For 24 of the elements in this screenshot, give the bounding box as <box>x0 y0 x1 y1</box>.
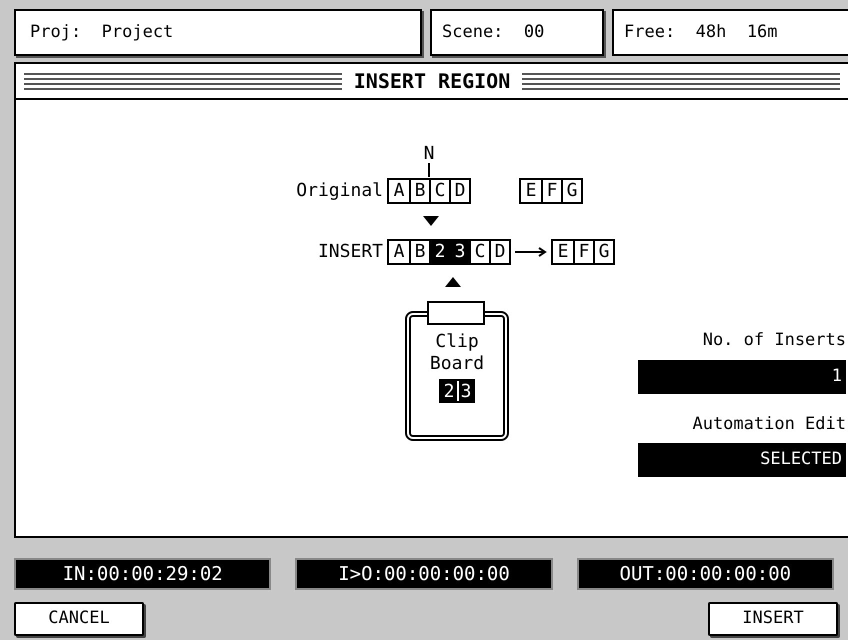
scene-field: Scene: 00 <box>430 9 604 56</box>
timecode-field: IN:00:00:29:02 <box>14 558 272 590</box>
dialog-title: INSERT REGION <box>352 68 512 95</box>
right-arrow-icon <box>515 246 547 258</box>
clipboard-label: Clip <box>435 331 479 353</box>
row-label: Original <box>295 179 383 203</box>
timecode-field: I>O:00:00:00:00 <box>295 558 553 590</box>
free-space-field: Free: 48h 16m <box>612 9 848 56</box>
clipboard-label: Board <box>430 353 484 375</box>
row-label: INSERT <box>316 240 383 264</box>
up-triangle-icon <box>445 277 461 287</box>
letter-cell: 2 <box>429 240 449 262</box>
letter-cell: 3 <box>449 240 469 262</box>
clipboard-cell: 3 <box>457 381 473 401</box>
field-label: No. of Inserts <box>702 329 846 352</box>
field-label: Automation Edit <box>691 412 846 436</box>
timecode-field: OUT:00:00:00:00 <box>576 558 834 590</box>
marker-label: N <box>424 145 434 163</box>
insert-button[interactable]: INSERT <box>708 602 838 636</box>
project-field: Proj: Project <box>14 9 422 56</box>
cancel-button[interactable]: CANCEL <box>14 602 144 636</box>
down-triangle-icon <box>423 216 439 226</box>
value-field[interactable]: 1 <box>638 360 846 394</box>
value-field[interactable]: SELECTED <box>638 443 846 477</box>
